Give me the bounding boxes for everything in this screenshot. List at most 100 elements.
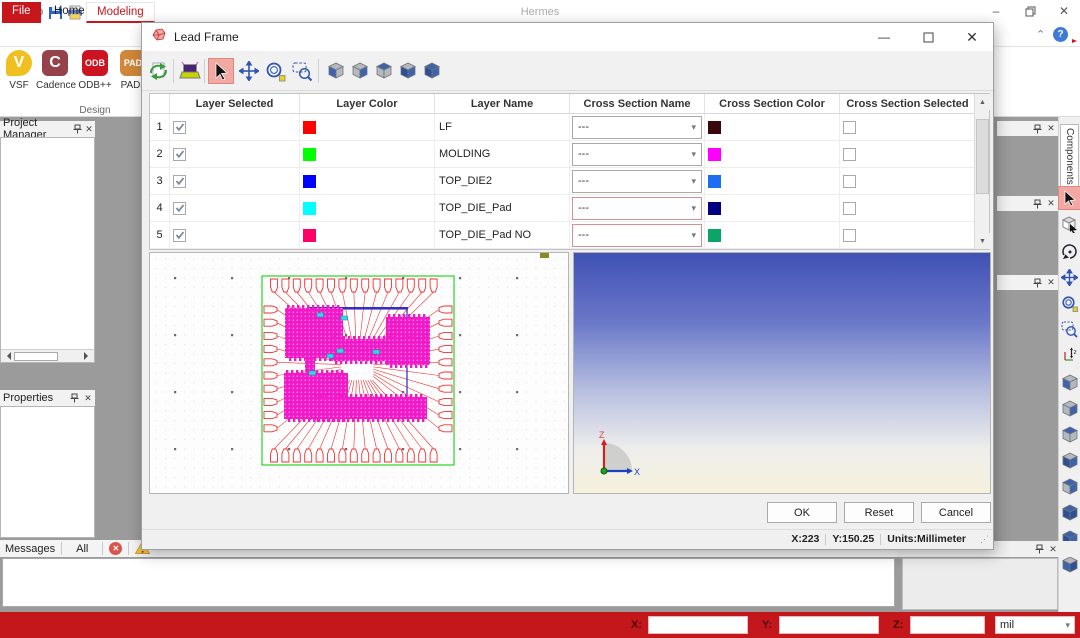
z-axis-icon[interactable]: z bbox=[1059, 344, 1080, 366]
project-manager-header[interactable]: Project Manager ✕ bbox=[0, 121, 95, 137]
horizontal-scrollbar[interactable] bbox=[1, 349, 94, 362]
maximize-icon[interactable] bbox=[913, 26, 943, 48]
viewport-3d[interactable]: Z X bbox=[573, 252, 991, 494]
titlebar[interactable]: Hermes bbox=[0, 0, 1080, 24]
close-icon[interactable]: ✕ bbox=[957, 26, 987, 48]
view-cube-icon[interactable] bbox=[1059, 450, 1080, 472]
cross-section-selected-checkbox[interactable] bbox=[843, 148, 856, 161]
cube-select-icon[interactable] bbox=[1059, 213, 1080, 235]
docked-panel-header[interactable]: ✕ bbox=[997, 196, 1058, 211]
zoom-icon[interactable] bbox=[263, 59, 287, 83]
table-row[interactable]: 2MOLDING---▾ bbox=[150, 141, 989, 168]
dialog-titlebar[interactable]: Lead Frame — ✕ bbox=[142, 23, 993, 51]
layer-color-swatch[interactable] bbox=[303, 121, 316, 134]
close-icon[interactable]: ✕ bbox=[83, 123, 95, 135]
package-layers-icon[interactable] bbox=[178, 59, 202, 83]
layer-selected-checkbox[interactable] bbox=[173, 229, 186, 242]
cross-section-name-dropdown[interactable]: ---▾ bbox=[572, 170, 702, 193]
restore-icon[interactable] bbox=[1016, 2, 1044, 20]
close-icon[interactable]: ✕ bbox=[1044, 198, 1058, 210]
layer-selected-checkbox[interactable] bbox=[173, 121, 186, 134]
view-cube-icon[interactable] bbox=[1059, 372, 1080, 394]
select-arrow-icon[interactable] bbox=[209, 59, 233, 83]
leadframe-2d-viewport[interactable] bbox=[149, 252, 569, 494]
ribbon-button-vsf[interactable]: V VSF bbox=[0, 50, 38, 91]
pin-icon[interactable] bbox=[1030, 277, 1044, 289]
cross-section-color-swatch[interactable] bbox=[708, 175, 721, 188]
pan-icon[interactable] bbox=[237, 59, 261, 83]
close-icon[interactable]: ✕ bbox=[1046, 543, 1060, 555]
cancel-button[interactable]: Cancel bbox=[921, 502, 991, 523]
z-input[interactable] bbox=[910, 616, 985, 634]
pin-icon[interactable] bbox=[1032, 543, 1046, 555]
scroll-up-icon[interactable]: ▲ bbox=[975, 94, 990, 110]
minimize-icon[interactable]: – bbox=[982, 2, 1010, 20]
layer-color-swatch[interactable] bbox=[303, 148, 316, 161]
layer-selected-checkbox[interactable] bbox=[173, 148, 186, 161]
layer-color-swatch[interactable] bbox=[303, 202, 316, 215]
view-cube-icon[interactable] bbox=[1059, 554, 1080, 576]
cross-section-name-dropdown[interactable]: ---▾ bbox=[572, 197, 702, 220]
close-icon[interactable]: ✕ bbox=[1044, 277, 1058, 289]
x-input[interactable] bbox=[648, 616, 748, 634]
ribbon-button-odb[interactable]: ODB ODB++ bbox=[76, 50, 114, 91]
table-row[interactable]: 1LF---▾ bbox=[150, 114, 989, 141]
view-cube-icon[interactable] bbox=[420, 59, 444, 83]
view-cube-icon[interactable] bbox=[1059, 502, 1080, 524]
cross-section-name-dropdown[interactable]: ---▾ bbox=[572, 116, 702, 139]
pan-icon[interactable] bbox=[1059, 266, 1080, 288]
view-cube-icon[interactable] bbox=[1059, 424, 1080, 446]
zoom-window-icon[interactable] bbox=[290, 59, 314, 83]
pin-icon[interactable] bbox=[67, 392, 81, 404]
y-input[interactable] bbox=[779, 616, 879, 634]
table-row[interactable]: 3TOP_DIE2---▾ bbox=[150, 168, 989, 195]
ok-button[interactable]: OK bbox=[767, 502, 837, 523]
zoom-icon[interactable] bbox=[1059, 292, 1080, 314]
layer-selected-checkbox[interactable] bbox=[173, 175, 186, 188]
pin-icon[interactable] bbox=[1030, 198, 1044, 210]
help-icon[interactable]: ? bbox=[1053, 27, 1068, 42]
close-icon[interactable]: ✕ bbox=[1044, 123, 1058, 135]
view-cube-icon[interactable] bbox=[1059, 476, 1080, 498]
close-icon[interactable]: ✕ bbox=[81, 392, 95, 404]
vertical-scrollbar[interactable]: ▲ ▼ bbox=[974, 94, 989, 249]
cross-section-color-swatch[interactable] bbox=[708, 229, 721, 242]
rotate-icon[interactable] bbox=[1059, 240, 1080, 262]
minimize-icon[interactable]: — bbox=[869, 26, 899, 48]
docked-panel-header[interactable]: ✕ bbox=[997, 275, 1058, 290]
cross-section-color-swatch[interactable] bbox=[708, 121, 721, 134]
collapse-ribbon-icon[interactable]: ⌃ bbox=[1036, 28, 1045, 41]
properties-header[interactable]: Properties ✕ bbox=[0, 390, 95, 406]
scroll-down-icon[interactable]: ▼ bbox=[975, 233, 990, 249]
select-arrow-icon[interactable] bbox=[1059, 187, 1080, 209]
cross-section-selected-checkbox[interactable] bbox=[843, 202, 856, 215]
cross-section-selected-checkbox[interactable] bbox=[843, 175, 856, 188]
project-manager-tree[interactable] bbox=[0, 137, 95, 363]
view-cube-icon[interactable] bbox=[348, 59, 372, 83]
cross-section-name-dropdown[interactable]: ---▾ bbox=[572, 224, 702, 247]
view-cube-icon[interactable] bbox=[372, 59, 396, 83]
pin-icon[interactable] bbox=[71, 123, 83, 135]
view-cube-icon[interactable] bbox=[396, 59, 420, 83]
cross-section-selected-checkbox[interactable] bbox=[843, 229, 856, 242]
pin-icon[interactable] bbox=[1030, 123, 1044, 135]
unit-dropdown[interactable]: mil▾ bbox=[995, 616, 1075, 634]
messages-output[interactable] bbox=[2, 558, 895, 607]
cross-section-color-swatch[interactable] bbox=[708, 202, 721, 215]
ribbon-button-cadence[interactable]: C Cadence bbox=[36, 50, 74, 91]
table-row[interactable]: 5TOP_DIE_Pad NO---▾ bbox=[150, 222, 989, 249]
reset-button[interactable]: Reset bbox=[844, 502, 914, 523]
cross-section-selected-checkbox[interactable] bbox=[843, 121, 856, 134]
scrollbar-thumb[interactable] bbox=[14, 352, 58, 361]
bottom-right-panel[interactable] bbox=[902, 558, 1058, 610]
errors-filter-icon[interactable]: ✕ bbox=[109, 542, 122, 555]
zoom-window-icon[interactable] bbox=[1059, 318, 1080, 340]
tab-all[interactable]: All bbox=[68, 543, 96, 555]
tab-file[interactable]: File bbox=[2, 2, 41, 23]
properties-panel[interactable] bbox=[0, 406, 95, 538]
reload-icon[interactable] bbox=[146, 59, 170, 83]
cross-section-name-dropdown[interactable]: ---▾ bbox=[572, 143, 702, 166]
view-cube-icon[interactable] bbox=[324, 59, 348, 83]
layer-color-swatch[interactable] bbox=[303, 175, 316, 188]
view-cube-icon[interactable] bbox=[1059, 398, 1080, 420]
